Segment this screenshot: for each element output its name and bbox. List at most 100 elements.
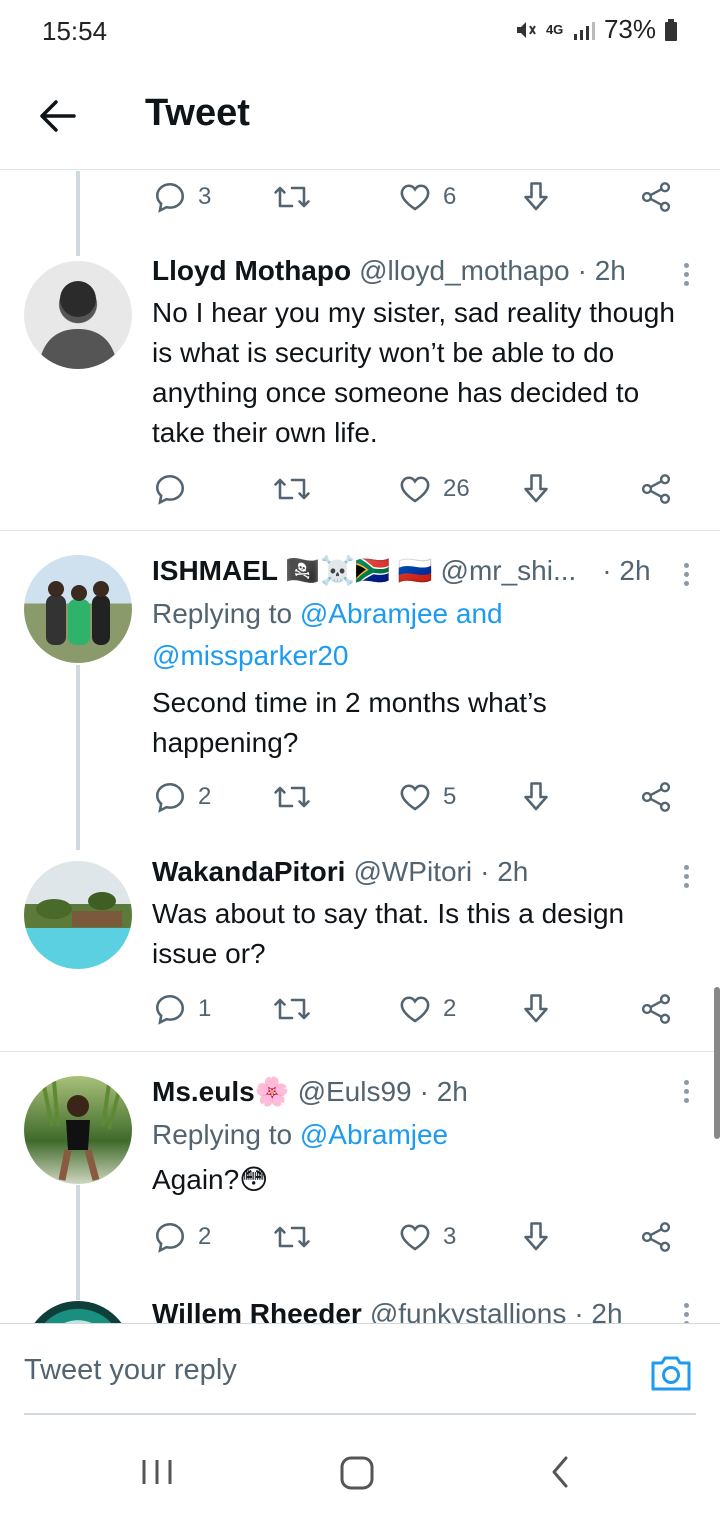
download-icon [524, 1222, 548, 1251]
author-name: Ms.euls🌸 [152, 1076, 290, 1107]
mute-icon [516, 21, 536, 38]
share-action[interactable] [638, 779, 674, 815]
reply-icon [155, 474, 185, 505]
like-icon [400, 184, 430, 211]
action-bar: 3 6 [152, 179, 692, 219]
like-count: 3 [443, 1223, 457, 1250]
retweet-icon [274, 998, 310, 1020]
more-button[interactable] [676, 1076, 696, 1106]
share-action[interactable] [638, 471, 674, 507]
author-handle: @WPitori [353, 856, 473, 887]
author-handle: @Euls99 [297, 1076, 412, 1107]
retweet-action[interactable] [272, 471, 312, 507]
tweet-text: Was about to say that. Is this a design … [152, 898, 625, 969]
reply-action[interactable]: 1 [152, 991, 211, 1027]
like-action[interactable]: 6 [397, 179, 456, 215]
like-count: 2 [443, 995, 457, 1022]
status-bar: 15:54 4G 73% [0, 0, 720, 62]
scrollbar[interactable] [714, 987, 720, 1139]
replying-to-link[interactable]: @Abramjee [300, 1119, 448, 1150]
tweet[interactable]: Ms.euls🌸 @Euls99 · 2h Replying to @Abramje… [152, 1074, 692, 1200]
download-action[interactable] [518, 1219, 554, 1255]
reply-count: 2 [198, 1223, 212, 1250]
home-button[interactable] [338, 1450, 376, 1499]
author-name: Lloyd Mothapo [152, 255, 352, 286]
reply-action[interactable]: 3 [152, 179, 211, 215]
share-action[interactable] [638, 991, 674, 1027]
status-icons: 4G 73% [514, 14, 678, 45]
tweet-time: · 2h [574, 1298, 623, 1323]
thread-line [76, 1185, 80, 1300]
network-label: 4G [545, 21, 564, 37]
author-name: Willem Rheeder [152, 1298, 362, 1323]
more-button[interactable] [676, 861, 696, 891]
download-icon [524, 994, 548, 1023]
camera-button[interactable] [650, 1354, 692, 1397]
author-handle: @lloyd_mothapo [359, 255, 570, 286]
reply-action[interactable]: 2 [152, 779, 211, 815]
tweet-time: · 2h [419, 1076, 468, 1107]
retweet-action[interactable] [272, 779, 312, 815]
battery-icon [665, 18, 677, 41]
more-button[interactable] [676, 1299, 696, 1323]
share-icon [641, 994, 671, 1024]
like-action[interactable]: 3 [397, 1219, 456, 1255]
reply-input[interactable]: Tweet your reply [24, 1354, 237, 1387]
avatar[interactable] [24, 861, 132, 969]
download-action[interactable] [518, 471, 554, 507]
system-nav-bar [0, 1430, 720, 1520]
reply-feed[interactable]: 3 6 Lloyd Mothapo @lloyd_mothapo · 2h No I… [0, 171, 720, 1323]
author-handle: @funkystallions [369, 1298, 567, 1323]
nav-back-icon [552, 1456, 568, 1488]
retweet-icon [274, 1226, 310, 1248]
recents-button[interactable] [140, 1450, 174, 1499]
share-action[interactable] [638, 1219, 674, 1255]
share-icon [641, 474, 671, 504]
avatar[interactable] [24, 555, 132, 663]
like-count: 5 [443, 783, 457, 810]
like-count: 26 [443, 475, 470, 502]
share-action[interactable] [638, 179, 674, 215]
divider [0, 530, 720, 531]
retweet-action[interactable] [272, 991, 312, 1027]
back-arrow-icon [40, 100, 76, 132]
nav-back-button[interactable] [546, 1450, 574, 1499]
avatar[interactable] [24, 1301, 132, 1323]
thread-line [76, 665, 80, 850]
author-name: WakandaPitori [152, 856, 346, 887]
like-action[interactable]: 2 [397, 991, 456, 1027]
share-icon [641, 182, 671, 212]
reply-bar[interactable]: Tweet your reply [0, 1323, 720, 1413]
back-button[interactable] [30, 88, 86, 144]
download-icon [524, 782, 548, 811]
download-action[interactable] [518, 179, 554, 215]
replying-to: Replying to @Abramjee and @missparker20 [152, 598, 503, 671]
like-action[interactable]: 26 [397, 471, 470, 507]
tweet-text: Again?😳 [152, 1164, 269, 1195]
retweet-action[interactable] [272, 179, 312, 215]
reply-icon [155, 782, 185, 813]
tweet[interactable]: Willem Rheeder @funkystallions · 2h [152, 1296, 692, 1323]
avatar[interactable] [24, 261, 132, 369]
replying-to: Replying to @Abramjee [152, 1119, 449, 1150]
download-action[interactable] [518, 779, 554, 815]
avatar[interactable] [24, 1076, 132, 1184]
more-button[interactable] [676, 559, 696, 589]
action-bar: 1 2 [152, 991, 692, 1031]
retweet-action[interactable] [272, 1219, 312, 1255]
reply-icon [155, 1222, 185, 1253]
tweet[interactable]: ISHMAEL 🏴‍☠️☠️🇿🇦 🇷🇺 @mr_shi... · 2h Replyi… [152, 553, 692, 763]
tweet[interactable]: Lloyd Mothapo @lloyd_mothapo · 2h No I hea… [152, 253, 692, 453]
download-action[interactable] [518, 991, 554, 1027]
like-count: 6 [443, 183, 457, 210]
more-button[interactable] [676, 259, 696, 289]
reply-action[interactable] [152, 471, 188, 507]
reply-underline [24, 1413, 696, 1415]
like-action[interactable]: 5 [397, 779, 456, 815]
tweet-time: · 2h [577, 255, 626, 286]
tweet[interactable]: WakandaPitori @WPitori · 2h Was about to s… [152, 854, 692, 974]
camera-icon [651, 1356, 691, 1391]
tweet-text: Second time in 2 months what’s happening… [152, 687, 547, 758]
top-bar: Tweet [0, 62, 720, 170]
reply-action[interactable]: 2 [152, 1219, 211, 1255]
